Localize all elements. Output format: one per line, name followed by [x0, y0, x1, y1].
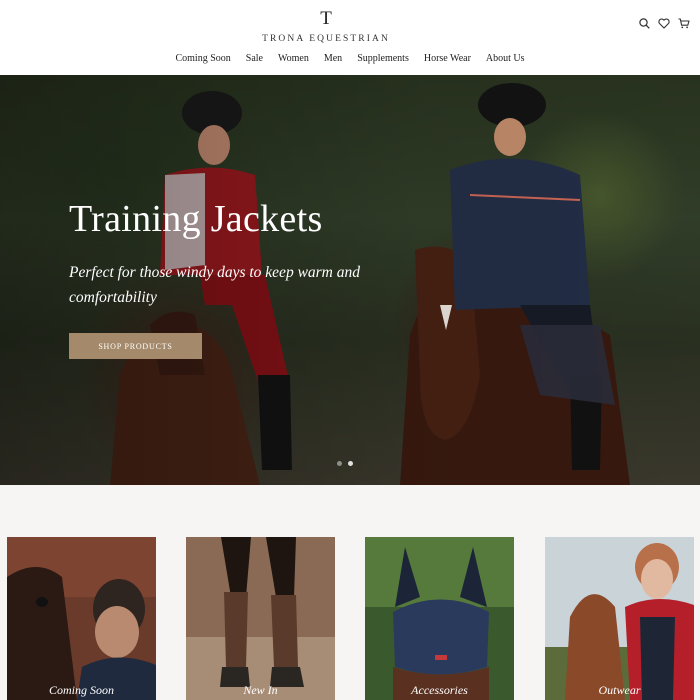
- category-card-outwear[interactable]: Outwear: [545, 537, 694, 700]
- category-image-accessories: [365, 537, 514, 700]
- carousel-dots: [337, 461, 353, 466]
- category-image-new-in: [186, 537, 335, 700]
- nav-item-about-us[interactable]: About Us: [486, 53, 525, 64]
- main-nav: Coming Soon Sale Women Men Supplements H…: [0, 53, 700, 64]
- nav-item-sale[interactable]: Sale: [246, 53, 263, 64]
- category-label: New In: [243, 683, 278, 697]
- nav-item-men[interactable]: Men: [324, 53, 342, 64]
- category-section: Coming Soon New In Accessories Outwear: [0, 485, 700, 700]
- category-image-coming-soon: [7, 537, 156, 700]
- nav-item-coming-soon[interactable]: Coming Soon: [175, 53, 230, 64]
- hero-banner: Training Jackets Perfect for those windy…: [0, 75, 700, 485]
- nav-item-horse-wear[interactable]: Horse Wear: [424, 53, 471, 64]
- category-card-coming-soon[interactable]: Coming Soon: [7, 537, 156, 700]
- carousel-dot-2[interactable]: [348, 461, 353, 466]
- logo-mark: T: [320, 8, 332, 29]
- cart-icon[interactable]: [678, 16, 690, 30]
- category-label: Coming Soon: [48, 683, 114, 697]
- nav-item-women[interactable]: Women: [278, 53, 309, 64]
- shop-products-button[interactable]: SHOP PRODUCTS: [69, 333, 202, 359]
- category-card-new-in[interactable]: New In: [186, 537, 335, 700]
- carousel-dot-1[interactable]: [337, 461, 342, 466]
- logo-text: TRONA EQUESTRIAN: [262, 34, 390, 44]
- category-label: Outwear: [598, 683, 641, 697]
- search-icon[interactable]: [638, 16, 650, 30]
- heart-icon[interactable]: [658, 16, 670, 30]
- header-icons: [638, 16, 690, 30]
- brand-logo[interactable]: T TRONA EQUESTRIAN: [250, 8, 402, 45]
- category-label: Accessories: [411, 683, 468, 697]
- hero-subtitle: Perfect for those windy days to keep war…: [69, 264, 361, 306]
- category-image-outwear: [545, 537, 694, 700]
- site-header: T TRONA EQUESTRIAN Coming Soon Sale Wome…: [0, 0, 700, 75]
- hero-title: Training Jackets: [69, 198, 323, 240]
- nav-item-supplements[interactable]: Supplements: [357, 53, 409, 64]
- category-card-accessories[interactable]: Accessories: [365, 537, 514, 700]
